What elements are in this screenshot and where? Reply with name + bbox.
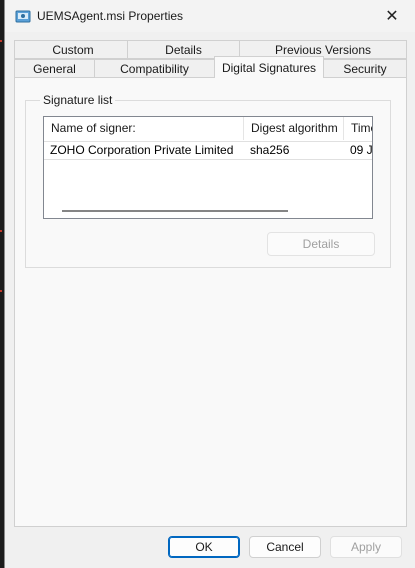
tab-general[interactable]: General bbox=[14, 59, 95, 78]
tab-label: Security bbox=[343, 61, 387, 76]
background-mark bbox=[0, 230, 2, 232]
time-cell: 09 Ja bbox=[350, 143, 373, 157]
tab-label: Previous Versions bbox=[274, 42, 372, 57]
list-item[interactable]: ZOHO Corporation Private Limited sha256 … bbox=[44, 141, 372, 160]
close-button[interactable]: ✕ bbox=[369, 0, 415, 32]
horizontal-scrollbar[interactable] bbox=[44, 204, 372, 218]
tab-digital-signatures[interactable]: Digital Signatures bbox=[214, 56, 324, 78]
signature-list[interactable]: Name of signer: Digest algorithm Time ZO… bbox=[43, 116, 373, 219]
scrollbar-thumb[interactable] bbox=[62, 210, 288, 212]
apply-button[interactable]: Apply bbox=[330, 536, 402, 558]
tab-custom[interactable]: Custom bbox=[14, 40, 132, 59]
signer-name-cell: ZOHO Corporation Private Limited bbox=[50, 143, 234, 157]
ok-button[interactable]: OK bbox=[168, 536, 240, 558]
title-bar[interactable]: UEMSAgent.msi Properties ✕ bbox=[5, 0, 415, 32]
tab-compatibility[interactable]: Compatibility bbox=[94, 59, 215, 78]
installer-package-icon bbox=[15, 10, 31, 23]
window-title: UEMSAgent.msi Properties bbox=[37, 9, 184, 23]
list-header: Name of signer: Digest algorithm Time bbox=[44, 117, 372, 140]
tab-label: General bbox=[33, 61, 76, 76]
background-mark bbox=[0, 290, 2, 292]
tab-label: Compatibility bbox=[120, 61, 189, 76]
group-label: Signature list bbox=[40, 93, 116, 107]
background-mark bbox=[0, 40, 2, 42]
column-header-digest[interactable]: Digest algorithm bbox=[244, 117, 344, 140]
properties-dialog: UEMSAgent.msi Properties ✕ Custom Detail… bbox=[4, 0, 415, 568]
cancel-button[interactable]: Cancel bbox=[249, 536, 321, 558]
tab-label: Custom bbox=[52, 42, 94, 57]
column-header-time[interactable]: Time bbox=[344, 117, 372, 140]
tab-security[interactable]: Security bbox=[323, 59, 407, 78]
column-header-signer[interactable]: Name of signer: bbox=[44, 117, 244, 140]
tab-label: Details bbox=[165, 42, 202, 57]
digest-cell: sha256 bbox=[250, 143, 290, 157]
close-icon: ✕ bbox=[385, 8, 399, 25]
details-button[interactable]: Details bbox=[267, 232, 375, 256]
tab-label: Digital Signatures bbox=[221, 60, 317, 75]
